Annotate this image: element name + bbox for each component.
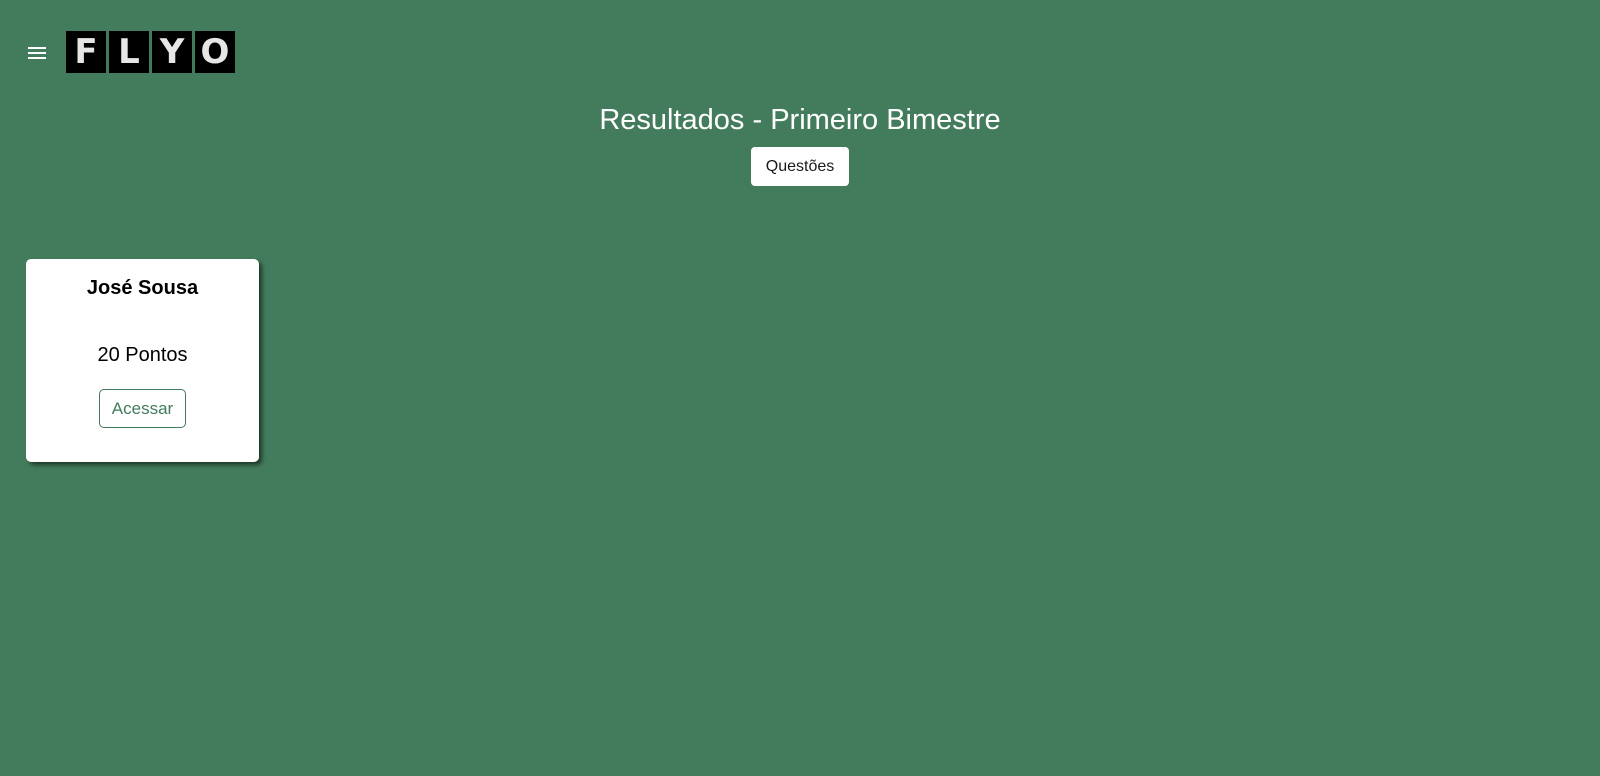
logo-tile: L — [109, 31, 149, 73]
logo-tile: O — [195, 31, 235, 73]
logo-tile: F — [66, 31, 106, 73]
result-card: José Sousa 20 Pontos Acessar — [26, 259, 259, 462]
menu-line — [28, 57, 46, 59]
hamburger-menu-icon[interactable] — [24, 40, 50, 66]
page-title: Resultados - Primeiro Bimestre — [599, 104, 1001, 136]
student-points: 20 Pontos — [97, 344, 188, 366]
access-button[interactable]: Acessar — [99, 389, 186, 428]
menu-line — [28, 47, 46, 49]
student-name: José Sousa — [86, 277, 199, 299]
menu-line — [28, 52, 46, 54]
questions-button[interactable]: Questões — [751, 147, 849, 186]
top-bar: F L Y O — [0, 0, 1600, 100]
logo-tile: Y — [152, 31, 192, 73]
flyo-logo[interactable]: F L Y O — [66, 31, 235, 73]
